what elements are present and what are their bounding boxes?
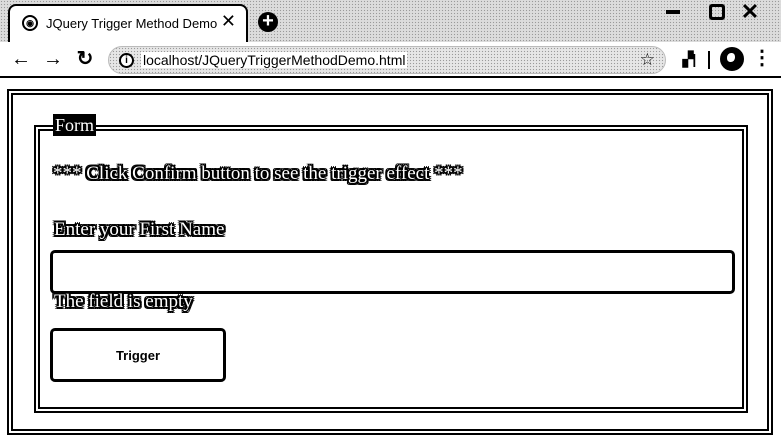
status-message: The field is empty (54, 291, 193, 312)
first-name-input[interactable] (50, 250, 735, 294)
address-url[interactable]: localhost/JQueryTriggerMethodDemo.html (141, 52, 408, 68)
new-tab-button[interactable]: + (258, 11, 278, 32)
browser-tab[interactable]: ◉ JQuery Trigger Method Demo ✕ (8, 4, 248, 42)
first-name-label: Enter your First Name (54, 219, 225, 240)
profile-avatar-icon[interactable] (720, 47, 744, 71)
globe-icon: ◉ (22, 15, 38, 31)
forward-arrow-icon[interactable]: → (42, 48, 64, 70)
back-arrow-icon[interactable]: ← (10, 48, 32, 70)
extension-icon[interactable]: ▞| (678, 48, 700, 70)
trigger-button[interactable]: Trigger (50, 328, 226, 382)
window-close-icon[interactable]: ✕ (735, 0, 765, 28)
form-legend: Form (53, 114, 97, 136)
instruction-text: *** Click Confirm button to see the trig… (53, 163, 463, 184)
tab-title: JQuery Trigger Method Demo (46, 16, 218, 31)
maximize-icon[interactable] (702, 0, 732, 28)
bookmark-star-icon[interactable]: ☆ (640, 50, 655, 70)
address-bar[interactable]: i localhost/JQueryTriggerMethodDemo.html… (108, 46, 666, 74)
browser-toolbar: ← → ↻ i localhost/JQueryTriggerMethodDem… (0, 42, 781, 78)
page-content: Form *** Click Confirm button to see the… (0, 80, 781, 441)
tab-close-icon[interactable]: ✕ (221, 12, 236, 30)
reload-icon[interactable]: ↻ (74, 48, 96, 70)
minimize-icon[interactable] (658, 0, 688, 28)
menu-kebab-icon[interactable]: ⋮ (752, 48, 772, 70)
toolbar-divider (708, 51, 710, 69)
site-info-icon[interactable]: i (119, 53, 134, 68)
tab-strip: ◉ JQuery Trigger Method Demo ✕ + ✕ (0, 0, 781, 42)
